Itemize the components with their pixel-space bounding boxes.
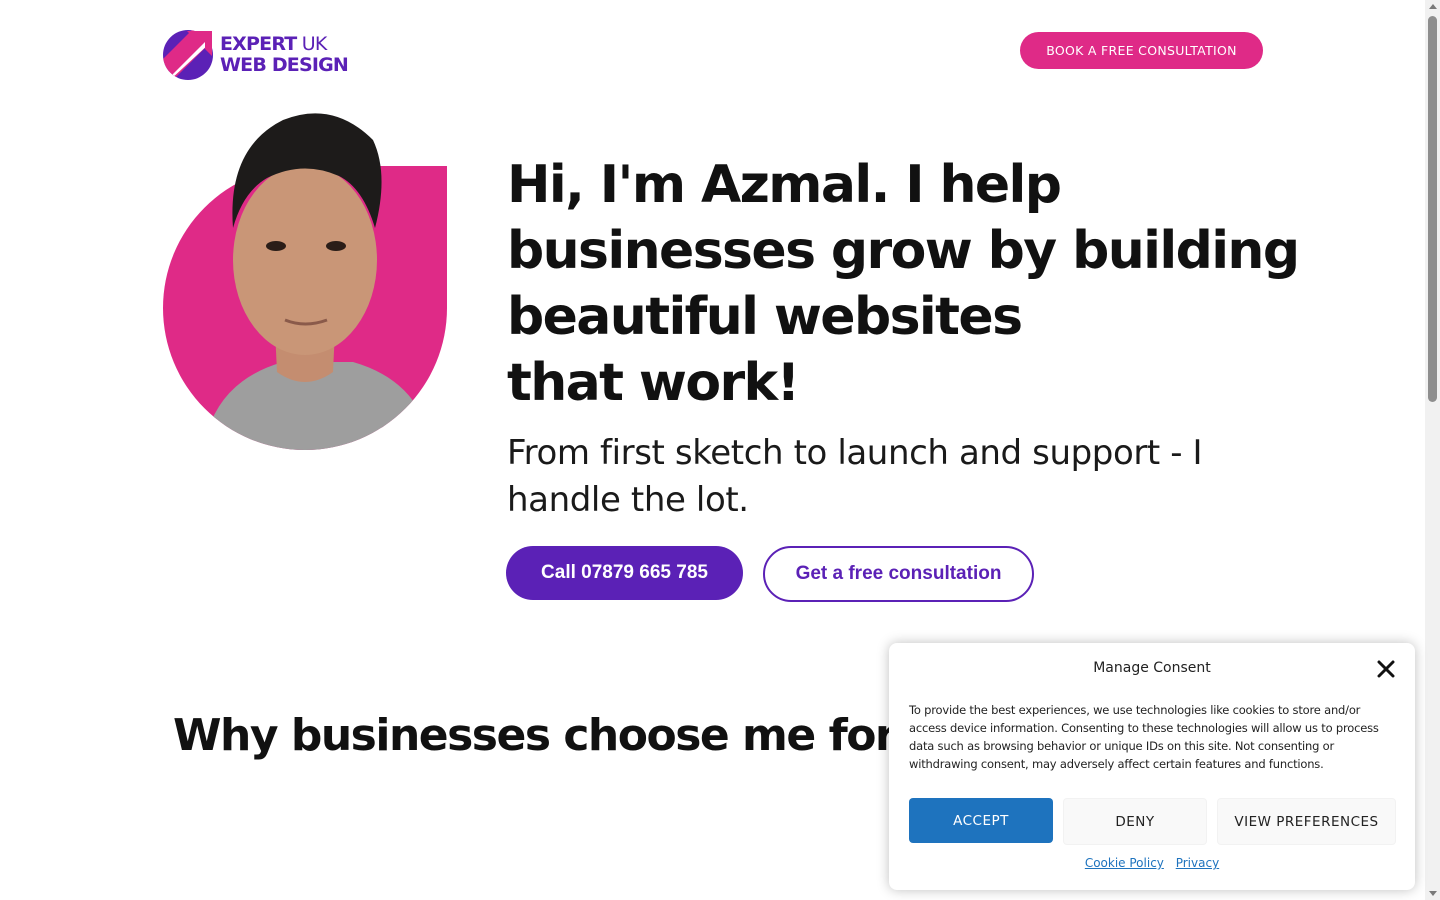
headline-line: businesses grow by building — [507, 221, 1300, 281]
portrait-image — [163, 113, 447, 450]
headline-line: Hi, I'm Azmal. I help — [507, 155, 1062, 215]
consent-title: Manage Consent — [1093, 660, 1211, 676]
headline-line: that work! — [507, 353, 800, 413]
consent-links: Cookie Policy Privacy — [889, 856, 1415, 870]
logo-text: EXPERT UK WEB DESIGN — [220, 32, 349, 76]
scroll-up-arrow-icon[interactable] — [1429, 4, 1437, 9]
hero-subheadline: From first sketch to launch and support … — [507, 433, 1203, 520]
scroll-down-arrow-icon[interactable] — [1429, 891, 1437, 896]
view-preferences-button[interactable]: VIEW PREFERENCES — [1217, 798, 1396, 845]
call-button[interactable]: Call 07879 665 785 — [506, 546, 743, 600]
deny-button[interactable]: DENY — [1063, 798, 1207, 845]
headline-line: beautiful websites — [507, 287, 1023, 347]
close-icon[interactable] — [1377, 660, 1395, 678]
logo-arrow-mark-icon — [163, 30, 213, 80]
accept-button[interactable]: ACCEPT — [909, 798, 1053, 843]
consent-dialog: Manage Consent To provide the best exper… — [889, 643, 1415, 890]
site-logo[interactable]: EXPERT UK WEB DESIGN — [163, 29, 349, 80]
free-consultation-button[interactable]: Get a free consultation — [763, 546, 1034, 602]
cookie-policy-link[interactable]: Cookie Policy — [1085, 856, 1164, 870]
scroll-thumb[interactable] — [1428, 16, 1437, 402]
privacy-link[interactable]: Privacy — [1176, 856, 1219, 870]
hero-headline: Hi, I'm Azmal. I help businesses grow by… — [507, 152, 1307, 416]
section-title: Why businesses choose me for th — [173, 710, 960, 761]
page-scrollbar[interactable] — [1425, 0, 1440, 900]
book-consultation-button[interactable]: BOOK A FREE CONSULTATION — [1020, 32, 1263, 69]
consent-body: To provide the best experiences, we use … — [909, 703, 1379, 771]
